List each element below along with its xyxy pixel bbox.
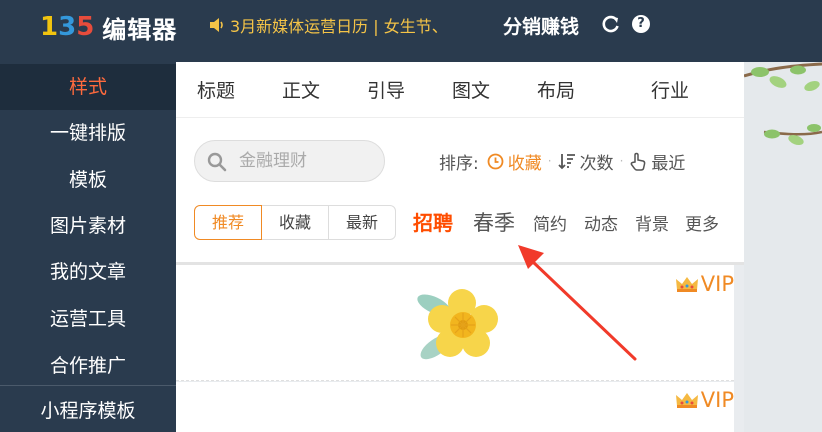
pointer-hand-icon (631, 152, 646, 171)
category-spring[interactable]: 春季 (473, 207, 515, 237)
category-more[interactable]: 更多 (685, 210, 719, 235)
decorative-branch (744, 62, 822, 432)
category-tabs: 标题 正文 引导 图文 布局 行业 (176, 62, 744, 118)
filter-recommended[interactable]: 推荐 (194, 205, 262, 240)
separator-dot: · (547, 154, 552, 168)
sort-option-label: 最近 (651, 153, 686, 174)
search-input[interactable] (239, 149, 374, 173)
sort-by-favorites[interactable]: 收藏 (487, 149, 542, 174)
sidebar-item-one-click-layout[interactable]: 一键排版 (0, 110, 176, 156)
sort-by-count[interactable]: 次数 (557, 149, 614, 174)
logo[interactable]: 1 3 5 编辑器 (40, 12, 178, 44)
sidebar-divider (0, 385, 176, 386)
style-card[interactable]: VIP (176, 265, 734, 381)
branch-illustration (744, 62, 822, 146)
vip-badge: VIP (675, 272, 734, 296)
announcement[interactable]: 3月新媒体运营日历 | 女生节、 (208, 13, 448, 37)
top-header: 1 3 5 编辑器 3月新媒体运营日历 | 女生节、 分销赚钱 ? (0, 0, 822, 62)
sidebar: 样式 一键排版 模板 图片素材 我的文章 运营工具 合作推广 小程序模板 (0, 62, 176, 432)
sort-label: 排序: (439, 153, 479, 174)
speaker-icon (210, 18, 223, 32)
sidebar-item-mini-program-templates[interactable]: 小程序模板 (0, 388, 176, 432)
vip-badge: VIP (675, 388, 734, 412)
tab-title[interactable]: 标题 (197, 76, 235, 103)
refresh-icon[interactable] (601, 14, 621, 34)
sort-option-label: 收藏 (507, 153, 542, 174)
crown-icon (675, 393, 698, 408)
sidebar-item-style[interactable]: 样式 (0, 64, 176, 110)
logo-digit-3: 3 (58, 12, 77, 42)
filter-segmented-control: 推荐 收藏 最新 (194, 205, 396, 240)
sidebar-item-templates[interactable]: 模板 (0, 157, 176, 203)
category-minimal[interactable]: 简约 (533, 210, 567, 235)
sort-option-label: 次数 (579, 153, 614, 174)
logo-digit-5: 5 (76, 12, 95, 42)
vip-label: VIP (700, 272, 734, 296)
crown-icon (675, 277, 698, 292)
filter-favorites[interactable]: 收藏 (261, 205, 329, 240)
search-box[interactable] (194, 140, 385, 182)
help-icon[interactable]: ? (632, 15, 650, 33)
category-recruitment[interactable]: 招聘 (413, 207, 453, 236)
category-dynamic[interactable]: 动态 (584, 210, 618, 235)
sort-desc-icon (557, 154, 575, 170)
sidebar-item-ops-tools[interactable]: 运营工具 (0, 296, 176, 342)
sort-by-recent[interactable]: 最近 (629, 149, 685, 174)
sort-bar: 排序: 收藏 · 次数 · 最近 (439, 149, 685, 174)
filter-newest[interactable]: 最新 (328, 205, 396, 240)
logo-digit-1: 1 (40, 12, 59, 42)
vip-label: VIP (700, 388, 734, 412)
style-panel: 标题 正文 引导 图文 布局 行业 排序: 收藏 · 次数 (176, 62, 744, 265)
tab-image-text[interactable]: 图文 (452, 76, 490, 103)
flower-illustration (417, 289, 498, 360)
style-card[interactable]: VIP (176, 382, 734, 432)
announcement-text: 3月新媒体运营日历 | 女生节、 (230, 17, 448, 36)
tab-guide[interactable]: 引导 (367, 76, 405, 103)
category-background[interactable]: 背景 (635, 210, 669, 235)
sidebar-item-partnership[interactable]: 合作推广 (0, 343, 176, 389)
sidebar-item-image-assets[interactable]: 图片素材 (0, 203, 176, 249)
logo-number: 1 3 5 (40, 12, 94, 42)
distribution-earn-link[interactable]: 分销赚钱 (503, 12, 579, 39)
tab-industry[interactable]: 行业 (651, 76, 689, 103)
clock-icon (487, 153, 504, 169)
search-icon (207, 152, 227, 172)
separator-dot: · (619, 154, 624, 168)
tab-layout[interactable]: 布局 (537, 76, 575, 103)
sidebar-item-my-articles[interactable]: 我的文章 (0, 249, 176, 295)
logo-text: 编辑器 (102, 15, 178, 44)
tab-body-text[interactable]: 正文 (282, 76, 320, 103)
